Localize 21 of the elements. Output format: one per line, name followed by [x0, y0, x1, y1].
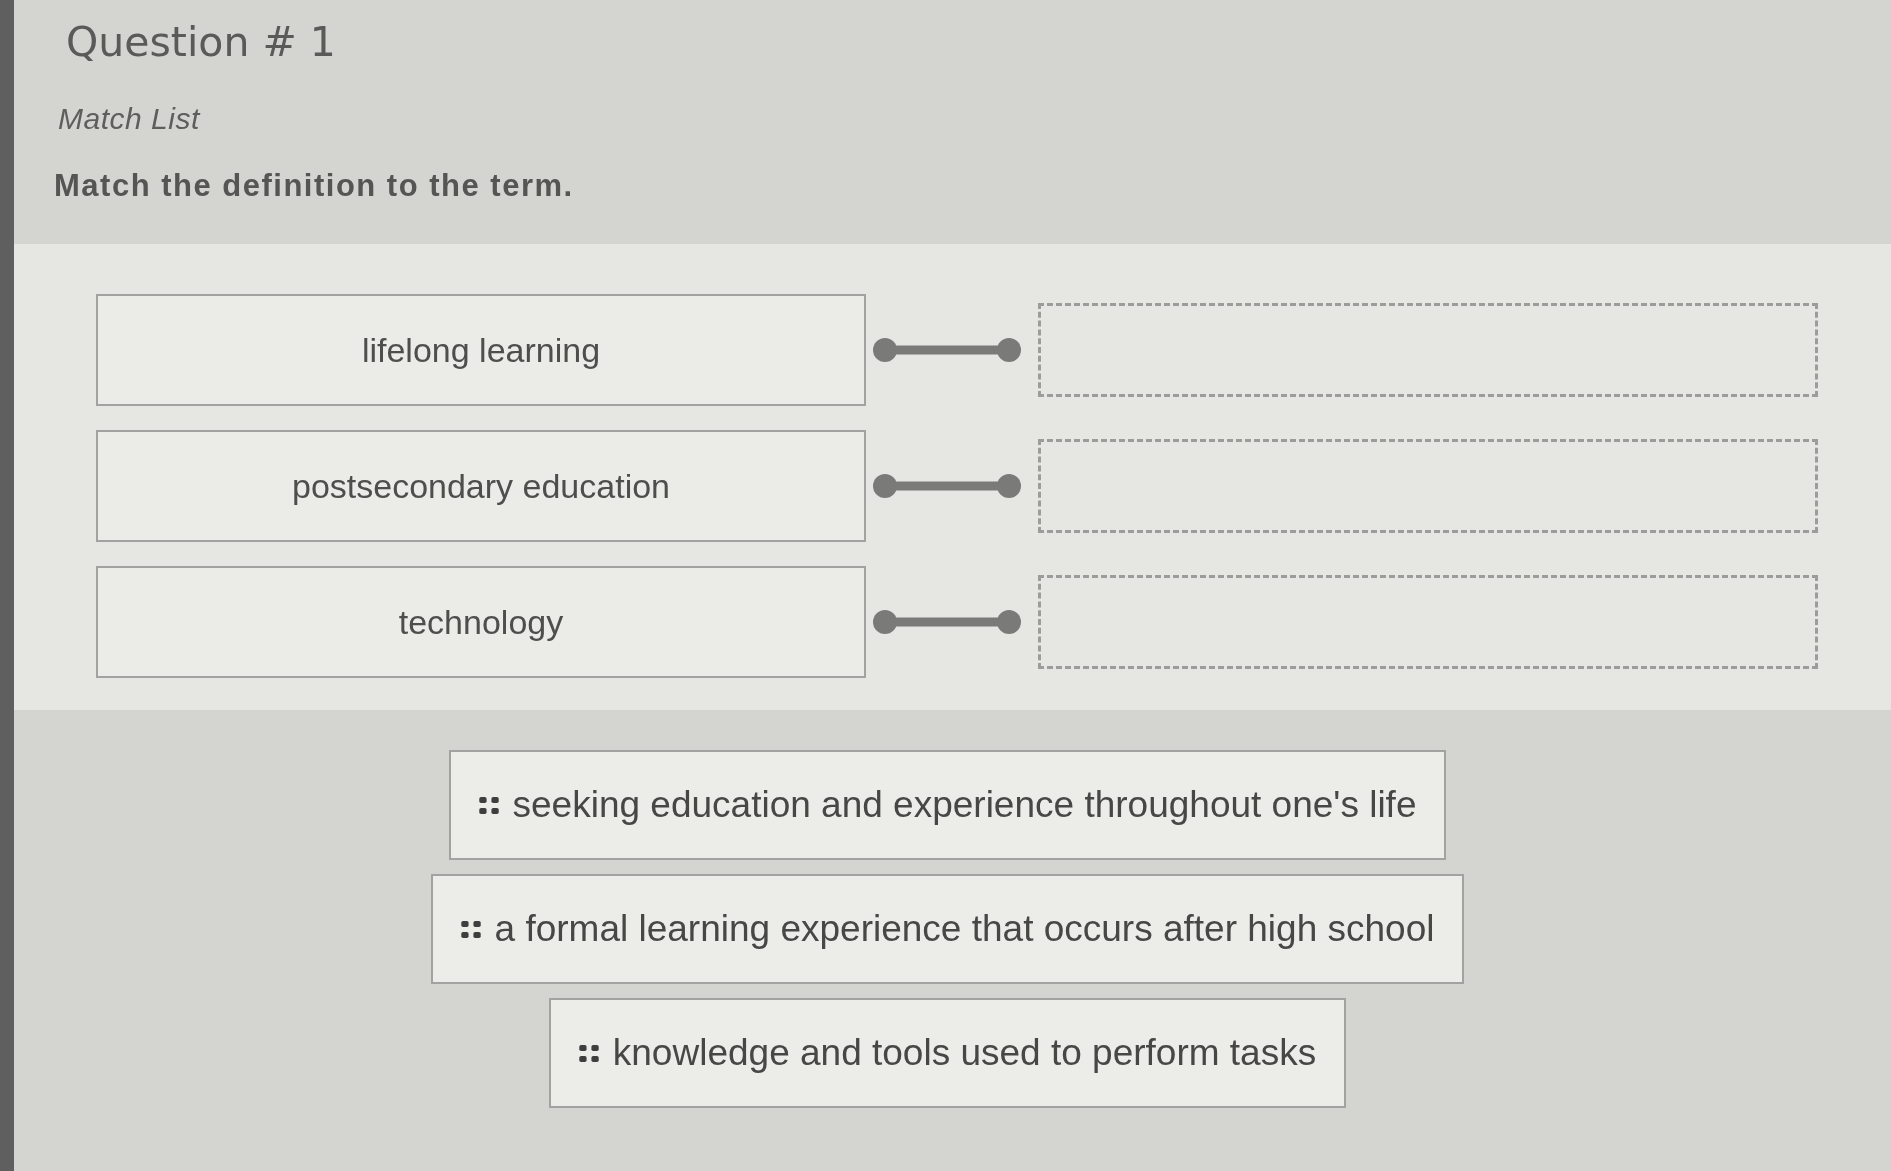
drag-handle-icon: [478, 796, 499, 814]
connector-icon: [872, 473, 1022, 499]
drop-zone[interactable]: [1038, 439, 1818, 533]
definition-card[interactable]: a formal learning experience that occurs after high school: [430, 874, 1465, 984]
drag-handle-icon: [460, 920, 481, 938]
term-box: technology: [96, 566, 866, 678]
connector-icon: [872, 337, 1022, 363]
term-box: lifelong learning: [96, 294, 866, 406]
definition-card[interactable]: seeking education and experience throughout one's life: [448, 750, 1447, 860]
definition-text: a formal learning experience that occurs after high school: [494, 908, 1435, 950]
drop-zone[interactable]: [1038, 303, 1818, 397]
instructions-text: Match the definition to the term.: [54, 168, 574, 204]
question-type-label: Match List: [58, 102, 200, 136]
connector-icon: [872, 609, 1022, 635]
definition-text: seeking education and experience throughout one's life: [512, 784, 1417, 826]
question-title: Question # 1: [66, 18, 336, 66]
term-box: postsecondary education: [96, 430, 866, 542]
drag-handle-icon: [578, 1044, 599, 1062]
drop-zone[interactable]: [1038, 575, 1818, 669]
definition-text: knowledge and tools used to perform tasks: [612, 1032, 1317, 1074]
definition-card[interactable]: knowledge and tools used to perform tasks: [548, 998, 1347, 1108]
